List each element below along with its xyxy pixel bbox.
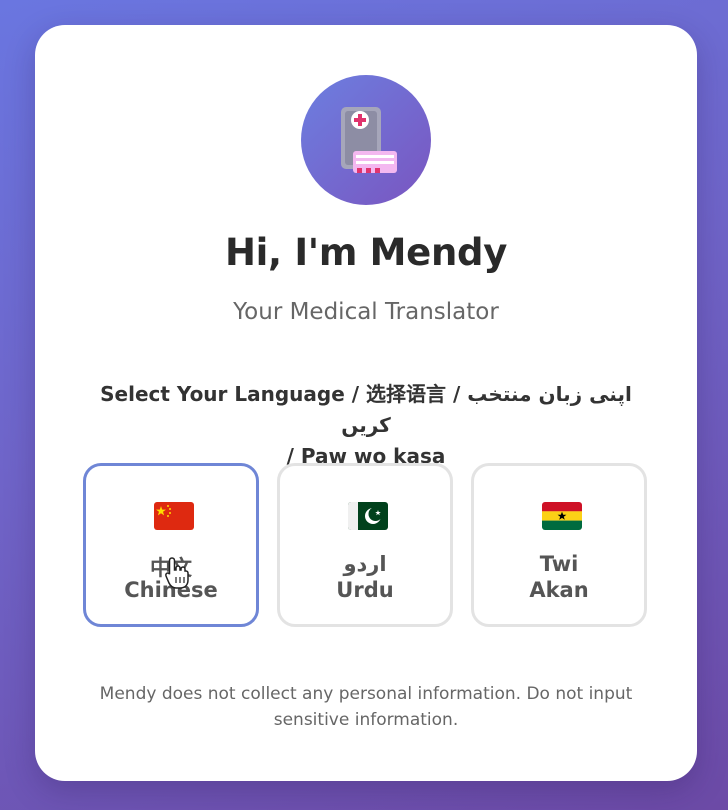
language-english-label: Urdu [336, 578, 394, 602]
language-prompt: Select Your Language / 选择语言 / اپنی زبان … [75, 379, 657, 472]
language-english-label: Akan [529, 578, 589, 602]
language-prompt-line1: Select Your Language / 选择语言 / اپنی زبان … [100, 382, 632, 437]
pakistan-flag-icon [348, 502, 388, 530]
ghana-flag-icon [542, 502, 582, 530]
china-flag-icon [154, 502, 194, 530]
language-native-label: اردو [343, 552, 387, 576]
language-option-twi[interactable]: Twi Akan [471, 463, 647, 627]
privacy-disclaimer: Mendy does not collect any personal info… [99, 684, 633, 730]
mendy-avatar [301, 75, 431, 205]
language-select-card: Hi, I'm Mendy Your Medical Translator Se… [35, 25, 697, 781]
page-title: Hi, I'm Mendy [224, 231, 508, 274]
language-option-chinese[interactable]: 中文 Chinese [83, 463, 259, 627]
hand-cursor-icon [165, 557, 189, 589]
page-subtitle: Your Medical Translator [233, 299, 499, 325]
medical-document-icon [341, 107, 397, 173]
language-native-label: Twi [539, 552, 579, 576]
language-option-urdu[interactable]: اردو Urdu [277, 463, 453, 627]
